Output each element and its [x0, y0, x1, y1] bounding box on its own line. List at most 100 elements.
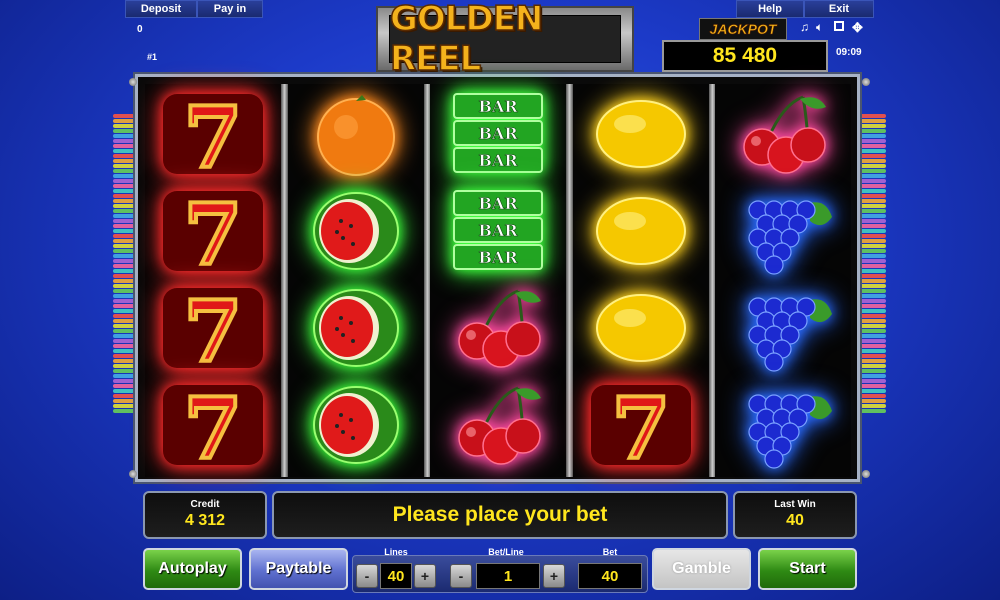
line-marker [858, 119, 886, 123]
fullscreen-icon[interactable] [834, 21, 844, 31]
cherry-icon [715, 86, 851, 182]
watermelon-icon [288, 183, 424, 279]
music-icon[interactable]: ♫ [800, 20, 809, 34]
line-marker [858, 194, 886, 198]
right-line-markers [858, 114, 886, 414]
lines-plus-button[interactable]: + [414, 564, 436, 588]
settings-icon[interactable]: ✥ [852, 20, 863, 36]
reel-5 [715, 84, 851, 477]
line-marker [858, 369, 886, 373]
lines-value: 40 [380, 563, 412, 589]
line-marker [858, 209, 886, 213]
start-button[interactable]: Start [758, 548, 857, 590]
watermelon-icon [288, 377, 424, 473]
svg-text:BAR: BAR [478, 248, 518, 267]
jackpot-label: JACKPOT [699, 18, 787, 40]
screw-icon [862, 470, 870, 478]
reel-2 [288, 84, 424, 477]
reel-4: 7 [573, 84, 709, 477]
line-marker [858, 249, 886, 253]
line-marker [858, 144, 886, 148]
screw-icon [129, 78, 137, 86]
reel-1: 7 7 7 7 [145, 84, 281, 477]
paytable-button[interactable]: Paytable [249, 548, 348, 590]
help-button[interactable]: Help [736, 0, 804, 18]
deposit-value: 0 [137, 24, 143, 35]
reel-divider [566, 84, 573, 477]
bet-value: 40 [578, 563, 642, 589]
betline-plus-button[interactable]: + [543, 564, 565, 588]
line-marker [858, 214, 886, 218]
exit-button[interactable]: Exit [804, 0, 874, 18]
svg-text:BAR: BAR [478, 221, 518, 240]
lemon-icon [573, 183, 709, 279]
lemon-icon [573, 280, 709, 376]
cherry-icon [430, 377, 566, 473]
pay-in-button[interactable]: Pay in [197, 0, 263, 18]
jackpot-value: 85 480 [662, 40, 828, 72]
screw-icon [862, 78, 870, 86]
svg-text:BAR: BAR [478, 124, 518, 143]
line-marker [858, 354, 886, 358]
bar-icon: BAR BAR BAR [430, 86, 566, 182]
line-marker [858, 379, 886, 383]
line-marker [858, 334, 886, 338]
line-marker [858, 394, 886, 398]
line-marker [858, 284, 886, 288]
line-marker [858, 174, 886, 178]
lines-label: Lines [384, 547, 408, 557]
last-win-value: 40 [786, 512, 804, 529]
line-marker [858, 389, 886, 393]
bet-per-line-value: 1 [476, 563, 540, 589]
line-marker [858, 204, 886, 208]
line-marker [858, 219, 886, 223]
grape-icon [715, 280, 851, 376]
line-marker [858, 399, 886, 403]
line-marker [858, 274, 886, 278]
svg-text:BAR: BAR [478, 194, 518, 213]
line-marker [858, 319, 886, 323]
line-marker [858, 164, 886, 168]
seven-icon: 7 [145, 86, 281, 182]
line-marker [858, 269, 886, 273]
betline-minus-button[interactable]: - [450, 564, 472, 588]
watermelon-icon [288, 280, 424, 376]
cherry-icon [430, 280, 566, 376]
svg-text:BAR: BAR [478, 151, 518, 170]
line-marker [858, 224, 886, 228]
svg-text:7: 7 [184, 380, 242, 470]
deposit-button[interactable]: Deposit [125, 0, 197, 18]
grape-icon [715, 377, 851, 473]
last-win-label: Last Win [774, 499, 816, 510]
line-marker [858, 384, 886, 388]
orange-icon [288, 86, 424, 182]
status-message: Please place your bet [392, 503, 608, 526]
line-marker [858, 239, 886, 243]
sound-icon[interactable]: 🔈︎ [816, 20, 823, 35]
message-panel: Please place your bet [272, 491, 728, 539]
lines-minus-button[interactable]: - [356, 564, 378, 588]
line-marker [858, 314, 886, 318]
lemon-icon [573, 86, 709, 182]
seven-icon: 7 [145, 280, 281, 376]
credit-panel: Credit 4 312 [143, 491, 267, 539]
line-marker [858, 229, 886, 233]
game-logo: GOLDEN REEL [376, 0, 634, 80]
line-marker [858, 404, 886, 408]
gamble-button[interactable]: Gamble [652, 548, 751, 590]
credit-value: 4 312 [184, 512, 226, 529]
line-marker [858, 169, 886, 173]
line-marker [858, 374, 886, 378]
line-marker [858, 114, 886, 118]
reel-frame: 7 7 7 7 BAR BAR BAR BAR BAR BAR 7 [135, 74, 860, 482]
logo-text: GOLDEN REEL [389, 0, 544, 80]
autoplay-button[interactable]: Autoplay [143, 548, 242, 590]
line-marker [858, 409, 886, 413]
svg-text:7: 7 [612, 380, 670, 470]
bet-per-line-label: Bet/Line [488, 547, 524, 557]
svg-text:7: 7 [184, 186, 242, 276]
line-marker [858, 149, 886, 153]
line-marker [858, 184, 886, 188]
line-marker [858, 234, 886, 238]
line-marker [858, 309, 886, 313]
